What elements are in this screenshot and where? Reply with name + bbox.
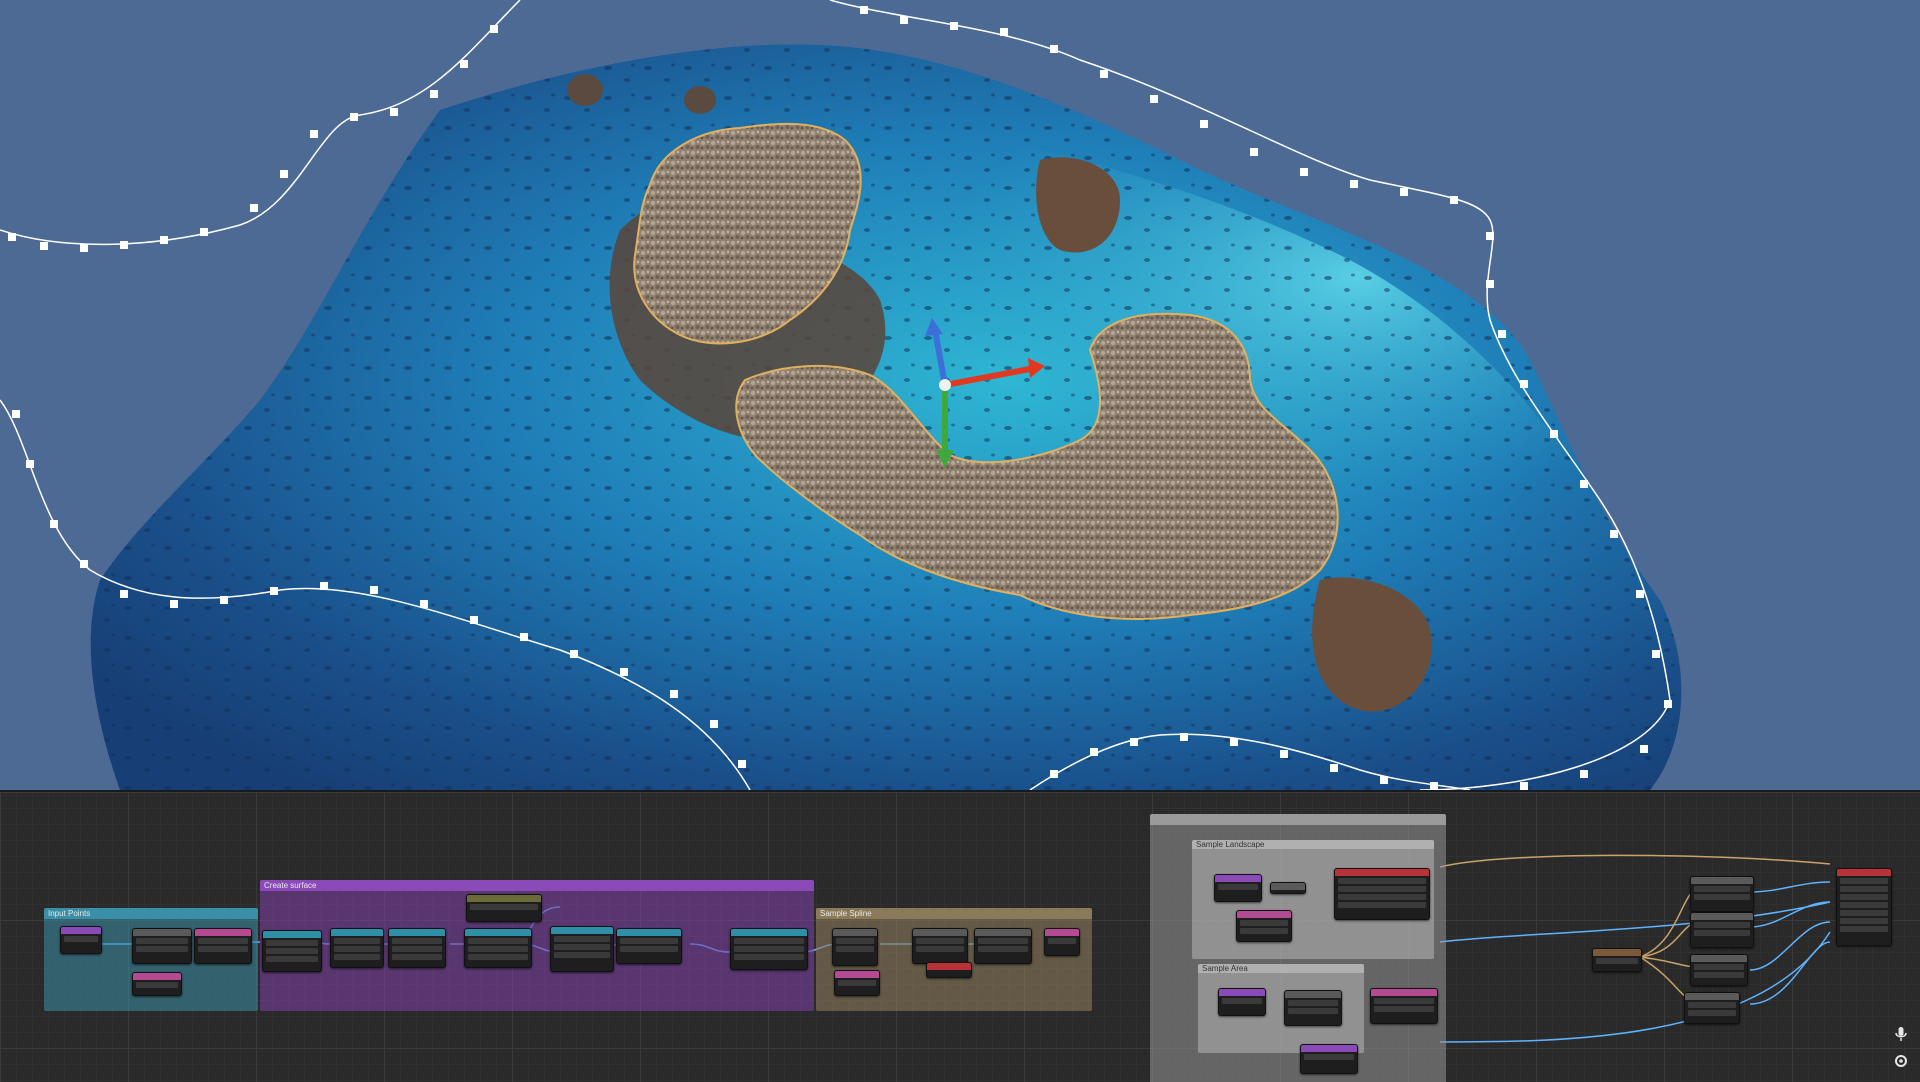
graph-node[interactable] — [132, 928, 192, 964]
graph-node[interactable] — [550, 926, 614, 972]
graph-node[interactable] — [834, 970, 880, 996]
graph-node[interactable] — [1690, 954, 1748, 986]
gear-icon[interactable] — [1894, 1054, 1912, 1072]
graph-node[interactable] — [194, 928, 252, 964]
comment-title: Sample Spline — [820, 909, 872, 918]
graph-output-node[interactable] — [1836, 868, 1892, 946]
graph-node[interactable] — [1218, 988, 1266, 1016]
graph-node[interactable] — [1270, 882, 1306, 894]
graph-node[interactable] — [1284, 990, 1342, 1026]
graph-node[interactable] — [1214, 874, 1262, 902]
pcg-graph-editor[interactable]: Input Points Create surface Sample Splin… — [0, 790, 1920, 1082]
graph-node[interactable] — [912, 928, 968, 964]
graph-node[interactable] — [262, 930, 322, 972]
graph-node[interactable] — [60, 926, 102, 954]
microphone-icon[interactable] — [1894, 1026, 1912, 1044]
graph-node[interactable] — [1300, 1044, 1358, 1074]
graph-node[interactable] — [464, 928, 532, 968]
graph-node[interactable] — [466, 894, 542, 922]
graph-node[interactable] — [1592, 948, 1642, 972]
graph-node[interactable] — [1690, 876, 1754, 912]
comment-title: Sample Area — [1202, 964, 1248, 973]
graph-node[interactable] — [388, 928, 446, 968]
graph-node[interactable] — [730, 928, 808, 970]
graph-node[interactable] — [330, 928, 384, 968]
viewport-scene[interactable] — [0, 0, 1920, 790]
graph-node[interactable] — [132, 972, 182, 996]
graph-node[interactable] — [1690, 912, 1754, 948]
graph-node[interactable] — [974, 928, 1032, 964]
graph-node[interactable] — [1684, 992, 1740, 1024]
graph-node[interactable] — [832, 928, 878, 966]
comment-title: Create surface — [264, 881, 317, 890]
graph-node[interactable] — [616, 928, 682, 964]
graph-node[interactable] — [1236, 910, 1292, 942]
graph-node[interactable] — [1334, 868, 1430, 920]
graph-node[interactable] — [1370, 988, 1438, 1024]
comment-title: Sample Landscape — [1196, 840, 1265, 849]
level-viewport[interactable] — [0, 0, 1920, 790]
graph-node[interactable] — [1044, 928, 1080, 956]
comment-title: Input Points — [48, 909, 91, 918]
graph-node[interactable] — [926, 962, 972, 978]
